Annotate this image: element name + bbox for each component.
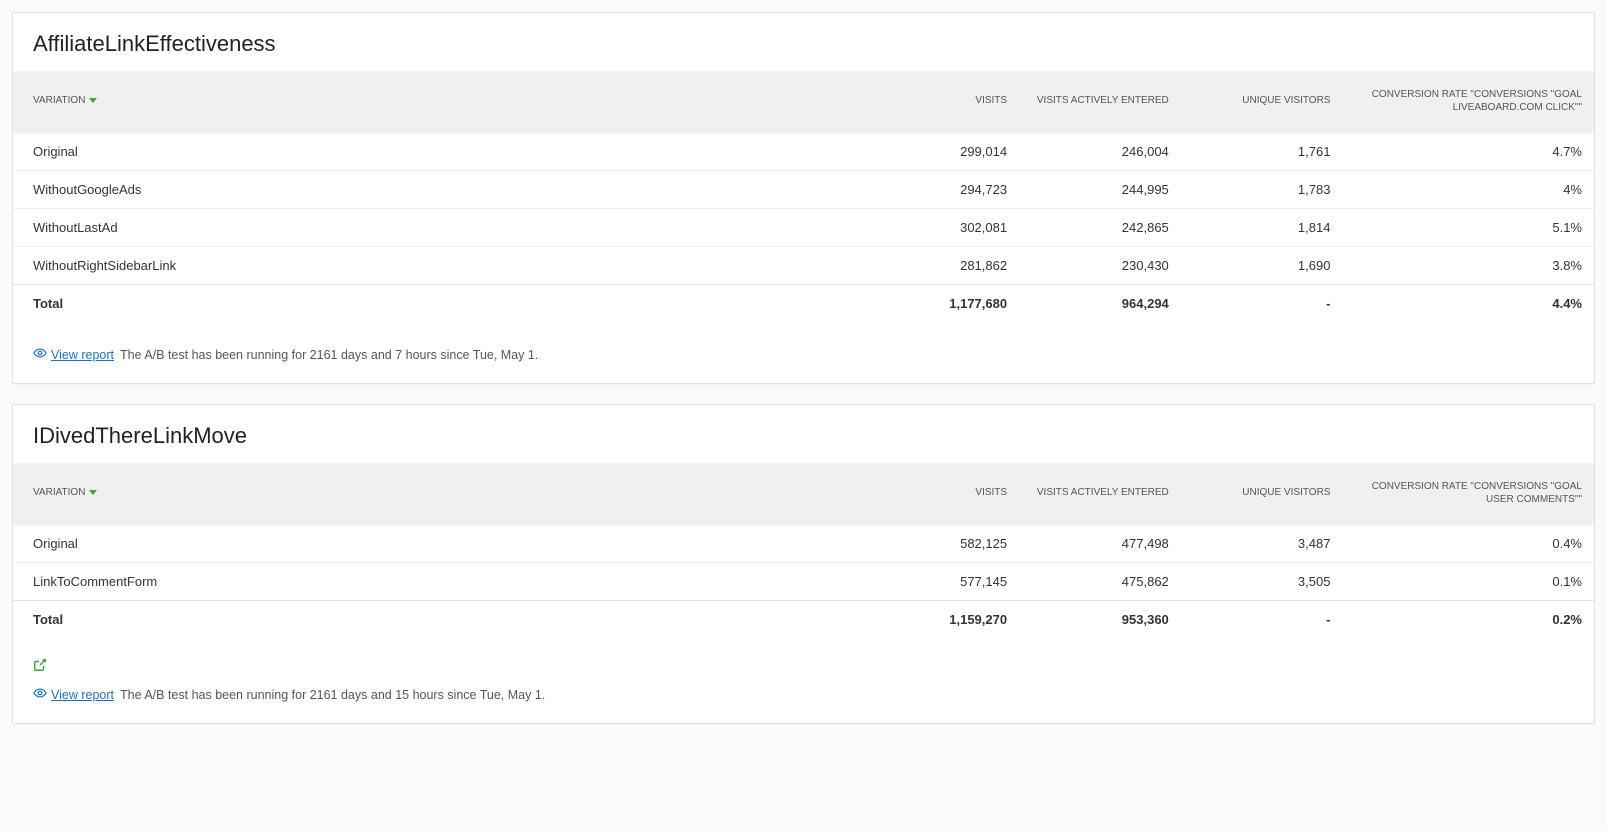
cell-visits: 577,145: [875, 563, 1019, 601]
column-header-visits[interactable]: VISITS: [875, 71, 1019, 133]
cell-unique: 3,487: [1181, 525, 1343, 563]
panel-title: IDivedThereLinkMove: [13, 405, 1594, 463]
cell-variation: Total: [13, 285, 875, 323]
cell-unique: -: [1181, 285, 1343, 323]
status-text: The A/B test has been running for 2161 d…: [120, 348, 538, 362]
table-row-total: Total1,177,680964,294-4.4%: [13, 285, 1594, 323]
column-header-visits-entered[interactable]: VISITS ACTIVELY ENTERED: [1019, 463, 1181, 525]
cell-visits: 281,862: [875, 247, 1019, 285]
table-row: WithoutGoogleAds294,723244,9951,7834%: [13, 171, 1594, 209]
panel-title: AffiliateLinkEffectiveness: [13, 13, 1594, 71]
results-table: VARIATION VISITSVISITS ACTIVELY ENTEREDUN…: [13, 463, 1594, 638]
status-text: The A/B test has been running for 2161 d…: [120, 688, 545, 702]
cell-conversion: 4%: [1342, 171, 1594, 209]
cell-unique: 1,690: [1181, 247, 1343, 285]
table-row: WithoutRightSidebarLink281,862230,4301,6…: [13, 247, 1594, 285]
column-header-visits[interactable]: VISITS: [875, 463, 1019, 525]
column-header-conversion-rate[interactable]: CONVERSION RATE "CONVERSIONS "GOAL USER …: [1342, 463, 1594, 525]
table-row: Original299,014246,0041,7614.7%: [13, 133, 1594, 171]
cell-entered: 244,995: [1019, 171, 1181, 209]
cell-unique: 1,814: [1181, 209, 1343, 247]
cell-variation: Original: [13, 525, 875, 563]
sort-desc-icon: [89, 490, 97, 495]
column-header-label: VARIATION: [33, 95, 85, 106]
eye-icon: [33, 346, 47, 363]
cell-conversion: 4.4%: [1342, 285, 1594, 323]
cell-visits: 299,014: [875, 133, 1019, 171]
column-header-unique-visitors[interactable]: UNIQUE VISITORS: [1181, 463, 1343, 525]
cell-conversion: 0.2%: [1342, 601, 1594, 639]
cell-entered: 475,862: [1019, 563, 1181, 601]
cell-variation: WithoutRightSidebarLink: [13, 247, 875, 285]
column-header-variation[interactable]: VARIATION: [13, 463, 875, 525]
sort-desc-icon: [89, 98, 97, 103]
abtest-panel: IDivedThereLinkMove VARIATION VISITSVISITS…: [12, 404, 1595, 724]
cell-variation: LinkToCommentForm: [13, 563, 875, 601]
cell-unique: -: [1181, 601, 1343, 639]
cell-conversion: 5.1%: [1342, 209, 1594, 247]
cell-variation: WithoutGoogleAds: [13, 171, 875, 209]
cell-unique: 1,783: [1181, 171, 1343, 209]
cell-entered: 477,498: [1019, 525, 1181, 563]
column-header-label: VARIATION: [33, 487, 85, 498]
cell-variation: WithoutLastAd: [13, 209, 875, 247]
view-report-link[interactable]: View report: [51, 688, 114, 702]
cell-entered: 230,430: [1019, 247, 1181, 285]
column-header-variation[interactable]: VARIATION: [13, 71, 875, 133]
cell-conversion: 3.8%: [1342, 247, 1594, 285]
cell-visits: 1,177,680: [875, 285, 1019, 323]
cell-visits: 302,081: [875, 209, 1019, 247]
cell-variation: Total: [13, 601, 875, 639]
cell-entered: 242,865: [1019, 209, 1181, 247]
cell-conversion: 0.4%: [1342, 525, 1594, 563]
cell-visits: 294,723: [875, 171, 1019, 209]
table-row: Original582,125477,4983,4870.4%: [13, 525, 1594, 563]
cell-unique: 1,761: [1181, 133, 1343, 171]
cell-entered: 953,360: [1019, 601, 1181, 639]
cell-visits: 1,159,270: [875, 601, 1019, 639]
results-table: VARIATION VISITSVISITS ACTIVELY ENTEREDUN…: [13, 71, 1594, 322]
export-icon[interactable]: [33, 658, 47, 676]
cell-variation: Original: [13, 133, 875, 171]
table-row: WithoutLastAd302,081242,8651,8145.1%: [13, 209, 1594, 247]
cell-conversion: 4.7%: [1342, 133, 1594, 171]
cell-unique: 3,505: [1181, 563, 1343, 601]
cell-conversion: 0.1%: [1342, 563, 1594, 601]
eye-icon: [33, 686, 47, 703]
column-header-visits-entered[interactable]: VISITS ACTIVELY ENTERED: [1019, 71, 1181, 133]
column-header-unique-visitors[interactable]: UNIQUE VISITORS: [1181, 71, 1343, 133]
column-header-conversion-rate[interactable]: CONVERSION RATE "CONVERSIONS "GOAL LIVEA…: [1342, 71, 1594, 133]
abtest-panel: AffiliateLinkEffectiveness VARIATION VISIT…: [12, 12, 1595, 384]
panel-footer: View report The A/B test has been running…: [13, 638, 1594, 723]
table-row: LinkToCommentForm577,145475,8623,5050.1%: [13, 563, 1594, 601]
view-report-link[interactable]: View report: [51, 348, 114, 362]
cell-visits: 582,125: [875, 525, 1019, 563]
cell-entered: 964,294: [1019, 285, 1181, 323]
cell-entered: 246,004: [1019, 133, 1181, 171]
panel-footer: View report The A/B test has been running…: [13, 322, 1594, 383]
table-row-total: Total1,159,270953,360-0.2%: [13, 601, 1594, 639]
